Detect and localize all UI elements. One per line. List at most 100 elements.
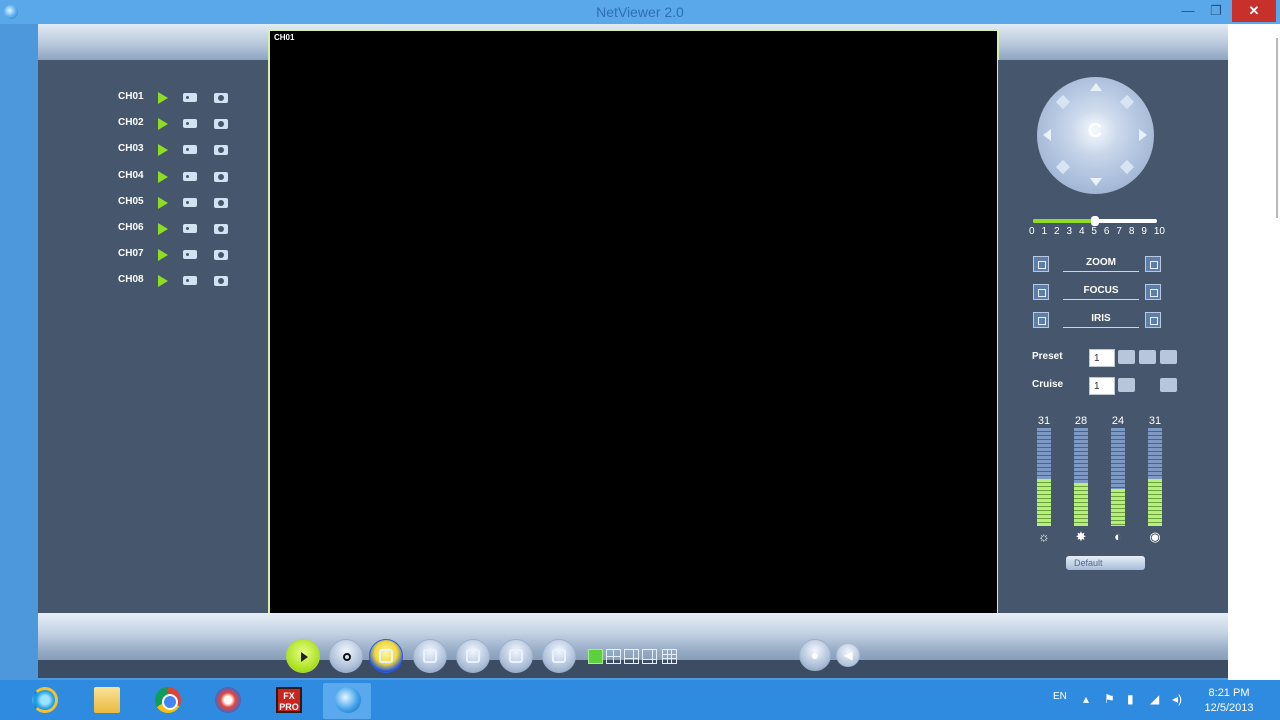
layout-4-button[interactable] <box>606 649 621 664</box>
layout-9-button[interactable] <box>662 649 677 664</box>
minimize-button[interactable]: — <box>1177 0 1199 22</box>
maximize-button[interactable]: ❐ <box>1205 0 1227 22</box>
record-icon[interactable] <box>183 171 197 181</box>
record-icon[interactable] <box>183 197 197 207</box>
channel-row[interactable]: CH05 <box>118 195 258 211</box>
record-icon[interactable] <box>183 224 197 233</box>
battery-icon[interactable]: ▮ <box>1127 692 1134 706</box>
play-icon[interactable] <box>158 223 168 235</box>
layout-6-button[interactable] <box>624 649 639 664</box>
channel-row[interactable]: CH01 <box>118 90 258 106</box>
default-button[interactable]: Default <box>1066 556 1145 570</box>
play-icon[interactable] <box>158 196 168 209</box>
play-icon[interactable] <box>158 275 168 288</box>
iris-close-button[interactable] <box>1033 312 1049 328</box>
camera-icon[interactable] <box>214 250 228 261</box>
play-icon[interactable] <box>158 118 168 131</box>
zoom-in-button[interactable] <box>1145 256 1161 272</box>
saturation-slider[interactable] <box>1111 428 1125 526</box>
camera-icon[interactable] <box>214 119 228 130</box>
settings-button[interactable] <box>542 639 576 673</box>
ptz-speed-slider[interactable] <box>1033 216 1157 226</box>
speed-tick-label: 6 <box>1103 226 1110 237</box>
volume-icon[interactable]: ◂) <box>1172 692 1182 706</box>
close-icon: ✕ <box>1248 3 1260 18</box>
chrome-icon <box>155 687 181 713</box>
zoom-label: ZOOM <box>1086 257 1116 268</box>
camera-icon[interactable] <box>214 276 228 287</box>
play-icon[interactable] <box>158 144 168 157</box>
speed-tick-label: 0 <box>1029 226 1035 237</box>
brightness-slider[interactable] <box>1037 428 1051 526</box>
ptz-right-icon[interactable] <box>1139 129 1147 141</box>
layout-8-button[interactable] <box>642 649 657 664</box>
camera-icon[interactable] <box>214 197 228 208</box>
close-button[interactable]: ✕ <box>1232 0 1276 22</box>
grid-line <box>663 658 676 659</box>
record-icon[interactable] <box>183 276 197 286</box>
preset-clear-button[interactable] <box>1139 350 1156 364</box>
contrast-slider[interactable] <box>1074 428 1088 526</box>
zoom-out-button[interactable] <box>1033 256 1049 272</box>
grid-line <box>671 650 672 663</box>
ptz-down-icon[interactable] <box>1090 178 1102 186</box>
camera-icon[interactable] <box>214 224 228 234</box>
show-hidden-icons-icon[interactable]: ▴ <box>1083 692 1089 706</box>
scrollbar-track[interactable] <box>1276 38 1278 218</box>
channel-row[interactable]: CH04 <box>118 169 258 185</box>
video-viewport[interactable]: CH01 <box>268 29 999 626</box>
record-button[interactable] <box>329 639 363 673</box>
preset-goto-button[interactable] <box>1160 350 1177 364</box>
cruise-input[interactable]: 1 <box>1089 377 1115 395</box>
fxpro-taskbar-button[interactable]: FX PRO <box>264 683 312 719</box>
record-icon[interactable] <box>183 145 197 155</box>
iris-open-button[interactable] <box>1145 312 1161 328</box>
playback-button[interactable] <box>499 639 533 673</box>
channel-label: CH05 <box>118 195 144 207</box>
chrome-taskbar-button[interactable] <box>143 683 191 719</box>
microphone-button[interactable]: ● <box>799 639 831 671</box>
cruise-stop-button[interactable] <box>1160 378 1177 392</box>
taskbar-clock[interactable]: 8:21 PM 12/5/2013 <box>1196 686 1262 716</box>
camera-icon[interactable] <box>214 171 228 182</box>
channel-row[interactable]: CH07 <box>118 247 258 263</box>
channel-row[interactable]: CH02 <box>118 116 258 132</box>
record-icon[interactable] <box>183 119 197 129</box>
ptz-left-icon[interactable] <box>1043 129 1051 141</box>
record-icon[interactable] <box>183 250 197 260</box>
play-button[interactable] <box>286 639 320 673</box>
explorer-taskbar-button[interactable] <box>82 683 130 719</box>
channel-row[interactable]: CH08 <box>118 273 258 289</box>
channel-label: CH02 <box>118 117 144 129</box>
play-icon[interactable] <box>158 92 168 104</box>
focus-near-button[interactable] <box>1033 284 1049 300</box>
preset-set-button[interactable] <box>1118 350 1135 364</box>
play-icon[interactable] <box>158 249 168 262</box>
app-s-taskbar-button[interactable] <box>203 683 251 719</box>
scrollbar-area[interactable] <box>1228 24 1280 680</box>
ptz-up-icon[interactable] <box>1090 83 1102 91</box>
camera-icon[interactable] <box>214 93 228 103</box>
netviewer-taskbar-button[interactable] <box>323 683 371 719</box>
cruise-start-button[interactable] <box>1118 378 1135 392</box>
hue-slider[interactable] <box>1148 428 1162 526</box>
ptz-speed-thumb[interactable] <box>1091 216 1099 226</box>
fullscreen-button[interactable] <box>456 639 490 673</box>
camera-icon[interactable] <box>214 145 228 156</box>
record-icon[interactable] <box>183 93 197 102</box>
channel-row[interactable]: CH06 <box>118 221 258 237</box>
minimize-icon: — <box>1181 3 1195 18</box>
language-indicator[interactable]: EN <box>1053 691 1067 720</box>
network-icon[interactable]: ◢ <box>1150 692 1159 706</box>
talk-button[interactable] <box>413 639 447 673</box>
play-icon[interactable] <box>158 170 168 183</box>
ptz-reset-icon[interactable]: C <box>1072 120 1118 143</box>
action-center-icon[interactable]: ⚑ <box>1104 692 1115 706</box>
volume-button[interactable]: ◀ <box>836 643 860 667</box>
layout-1-button[interactable] <box>588 649 603 664</box>
preset-input[interactable]: 1 <box>1089 349 1115 367</box>
focus-far-button[interactable] <box>1145 284 1161 300</box>
ie-taskbar-button[interactable] <box>20 683 68 719</box>
snapshot-button[interactable] <box>369 639 403 673</box>
channel-row[interactable]: CH03 <box>118 142 258 158</box>
